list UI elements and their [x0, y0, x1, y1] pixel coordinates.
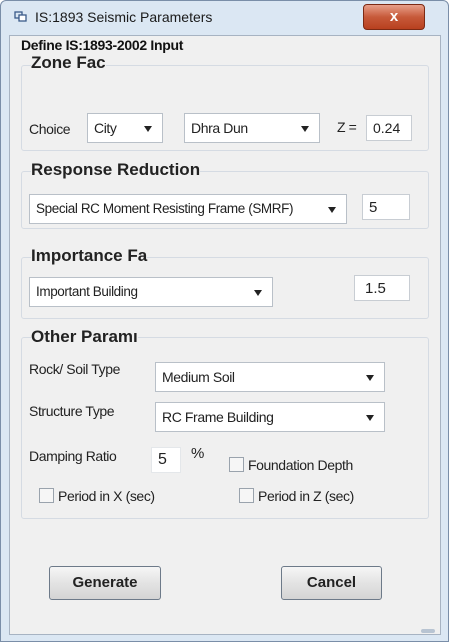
foundation-depth-checkbox[interactable]: [229, 457, 244, 472]
chevron-down-icon: [254, 290, 262, 296]
chevron-down-icon: [366, 375, 374, 381]
window-title: IS:1893 Seismic Parameters: [35, 9, 213, 25]
frame-type-select[interactable]: Special RC Moment Resisting Frame (SMRF): [29, 194, 347, 224]
title-bar[interactable]: IS:1893 Seismic Parameters x: [1, 1, 448, 35]
close-icon: x: [389, 8, 399, 25]
cancel-button[interactable]: Cancel: [281, 566, 382, 600]
generate-button[interactable]: Generate: [49, 566, 161, 600]
frame-type-value: Special RC Moment Resisting Frame (SMRF): [36, 201, 294, 216]
damping-unit-label: %: [191, 445, 204, 462]
damping-ratio-field[interactable]: 5: [151, 447, 181, 473]
damping-ratio-label: Damping Ratio: [29, 448, 117, 464]
response-reduction-title: Response Reduction: [31, 160, 201, 180]
resize-grip-icon[interactable]: [421, 629, 435, 633]
period-x-checkbox[interactable]: [39, 488, 54, 503]
chevron-down-icon: [301, 126, 309, 132]
zone-factor-title: Zone Fac: [31, 53, 106, 73]
soil-type-label: Rock/ Soil Type: [29, 361, 121, 377]
choice-select[interactable]: City: [87, 113, 163, 143]
chevron-down-icon: [144, 126, 152, 132]
choice-select-value: City: [94, 120, 117, 136]
period-z-label: Period in Z (sec): [258, 488, 354, 504]
chevron-down-icon: [328, 207, 336, 213]
choice-label: Choice: [29, 121, 71, 137]
structure-type-label: Structure Type: [29, 403, 115, 419]
reduction-factor-field[interactable]: 5: [362, 194, 410, 220]
structure-type-select[interactable]: RC Frame Building: [155, 402, 385, 432]
importance-select-value: Important Building: [36, 284, 138, 299]
z-value-field[interactable]: 0.24: [366, 115, 412, 141]
close-button[interactable]: x: [363, 4, 425, 30]
structure-type-value: RC Frame Building: [162, 409, 274, 425]
z-label: Z =: [337, 119, 357, 135]
app-icon: [14, 11, 27, 22]
damping-ratio-value: 5: [158, 451, 167, 468]
define-input-label: Define IS:1893-2002 Input: [21, 37, 184, 53]
reduction-factor-value: 5: [369, 199, 378, 216]
importance-factor-title: Importance Fa: [31, 246, 148, 266]
soil-type-select[interactable]: Medium Soil: [155, 362, 385, 392]
z-value: 0.24: [373, 120, 401, 136]
importance-factor-value: 1.5: [365, 280, 386, 297]
period-z-checkbox[interactable]: [239, 488, 254, 503]
seismic-parameters-window: IS:1893 Seismic Parameters x Define IS:1…: [0, 0, 449, 642]
period-x-label: Period in X (sec): [58, 488, 155, 504]
soil-type-value: Medium Soil: [162, 369, 235, 385]
city-select-value: Dhra Dun: [191, 120, 248, 136]
importance-factor-field[interactable]: 1.5: [354, 275, 410, 301]
other-parameters-title: Other Paramı: [31, 327, 138, 347]
foundation-depth-label: Foundation Depth: [248, 457, 353, 473]
city-select[interactable]: Dhra Dun: [184, 113, 320, 143]
chevron-down-icon: [366, 415, 374, 421]
importance-select[interactable]: Important Building: [29, 277, 273, 307]
